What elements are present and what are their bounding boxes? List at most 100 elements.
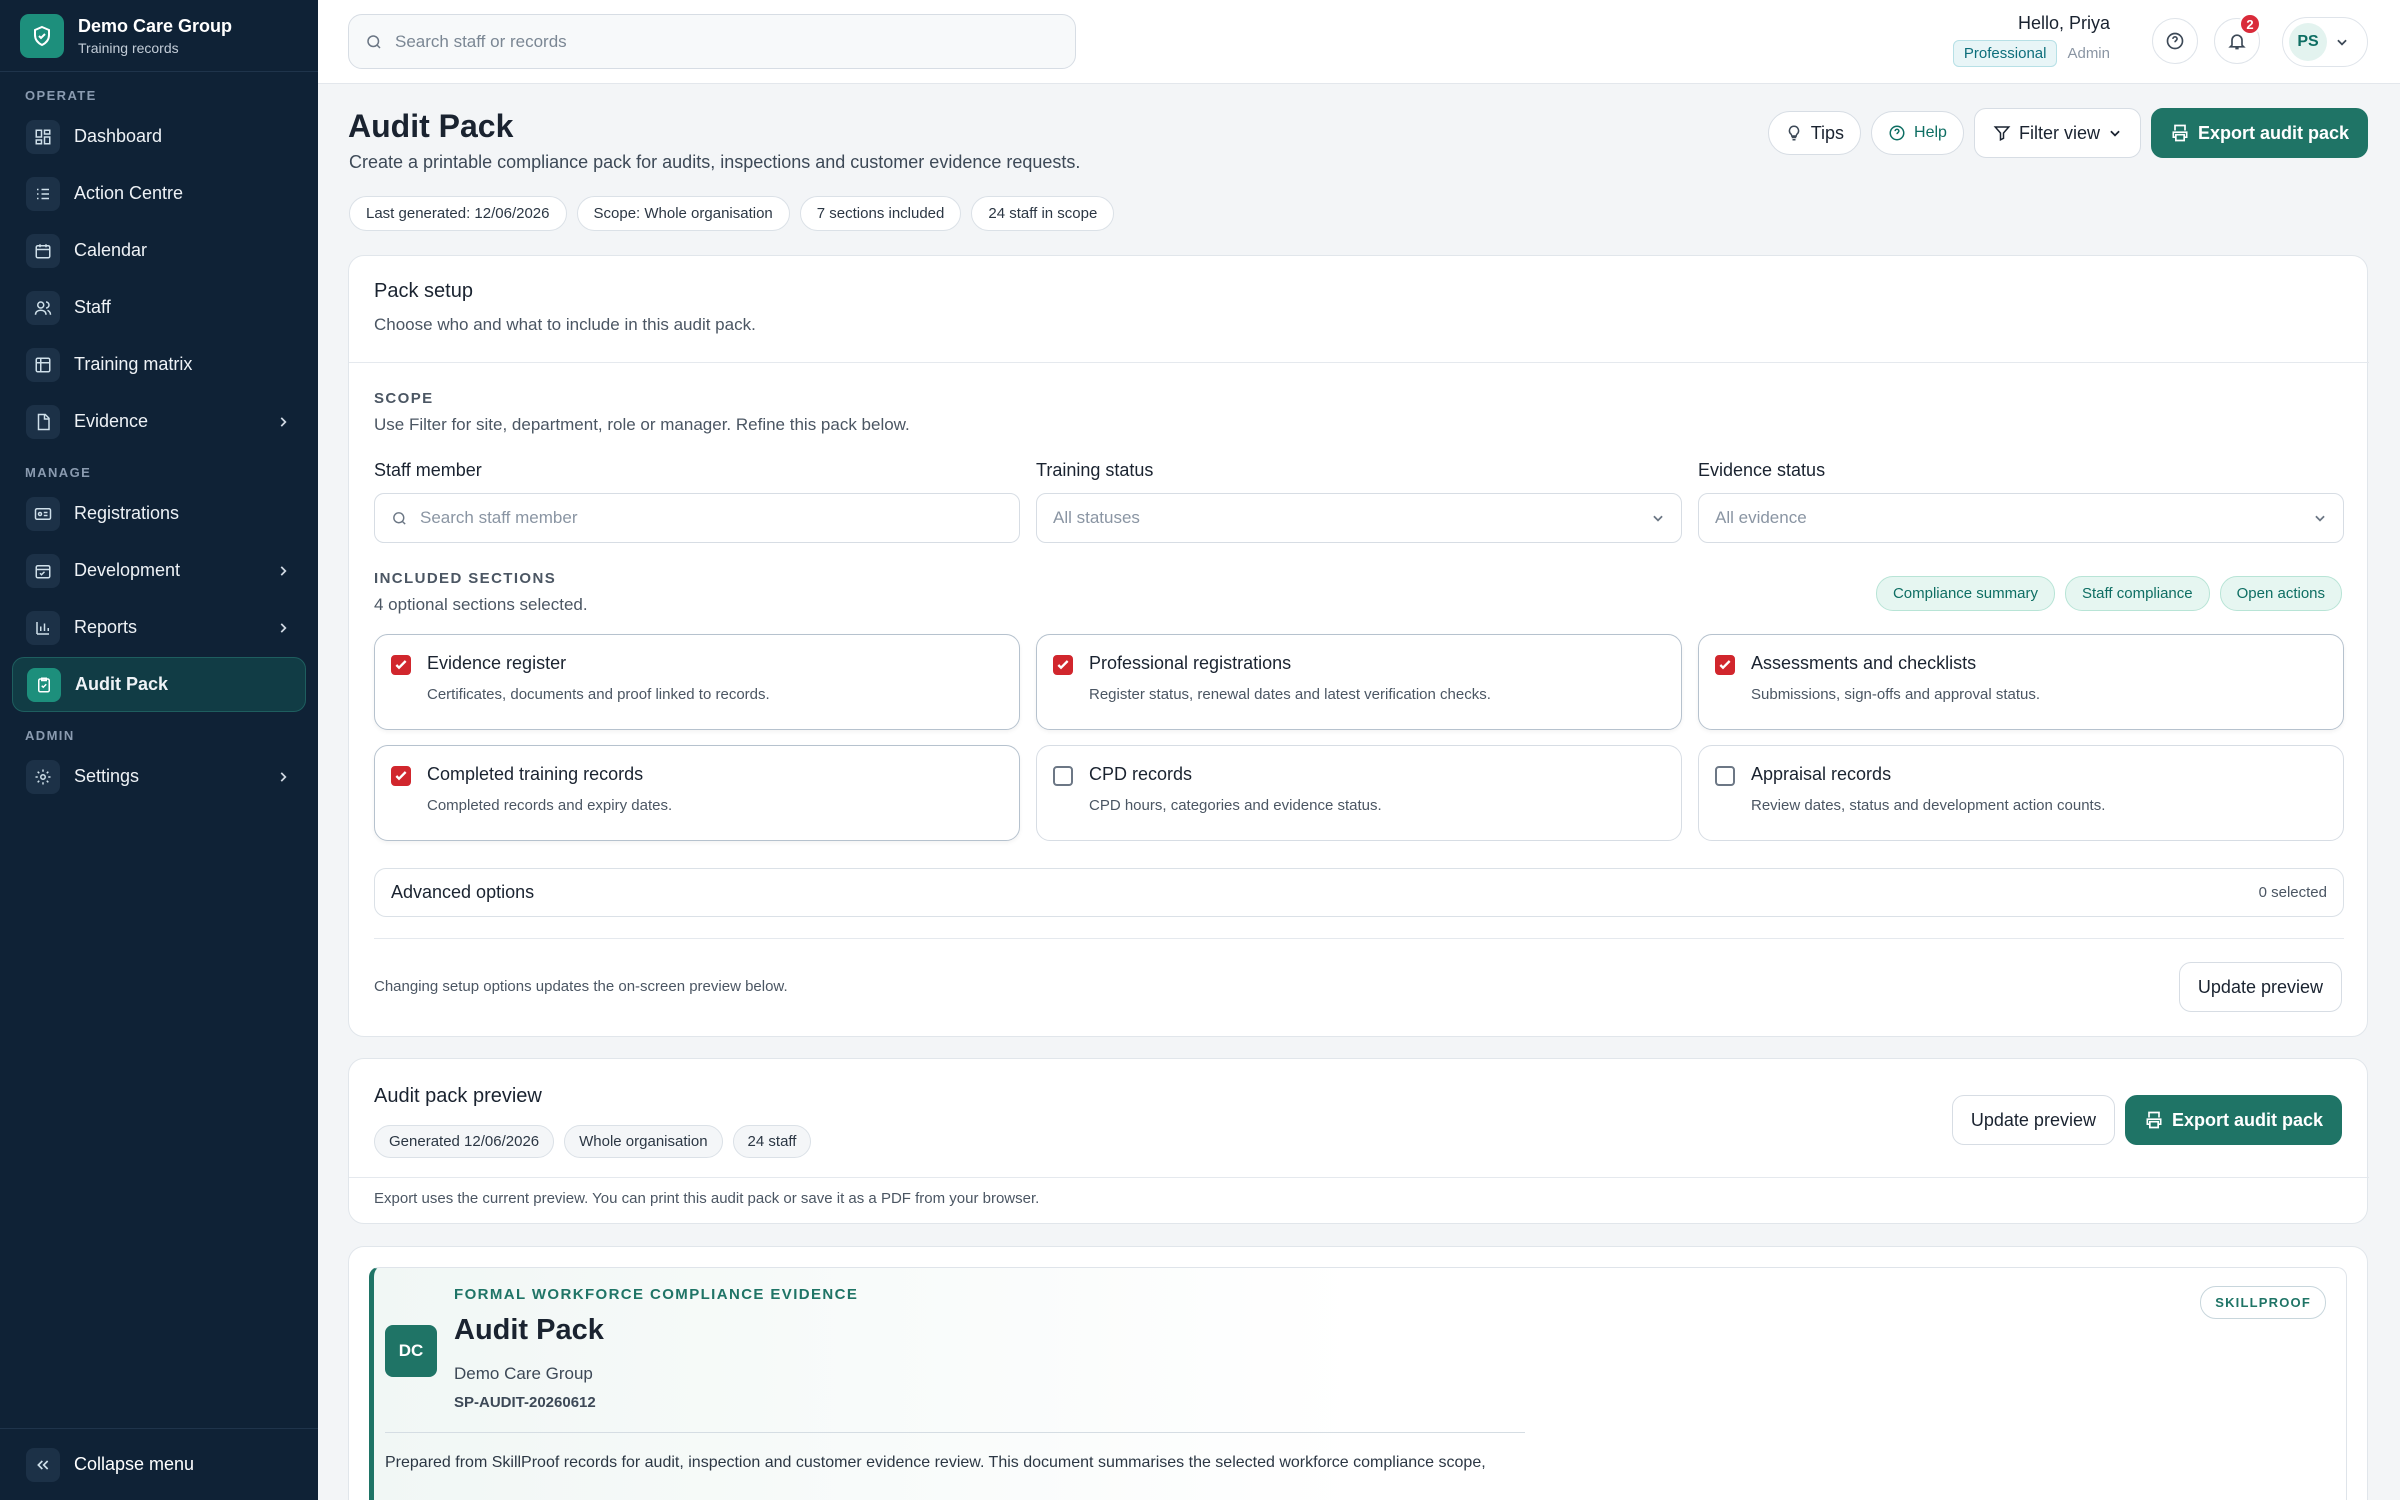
page-actions: Tips Help Filter view Export audit pack: [1767, 108, 2368, 158]
update-preview-button[interactable]: Update preview: [2178, 962, 2342, 1012]
nav-label: Dashboard: [74, 126, 163, 146]
nav-item-settings[interactable]: Settings: [12, 749, 306, 804]
update-preview-label: Update preview: [2197, 976, 2323, 997]
training-status-value: All statuses: [1053, 508, 1140, 527]
staff-member-label: Staff member: [374, 460, 482, 480]
pack-setup-title: Pack setup: [374, 280, 473, 302]
nav-label: Reports: [74, 617, 138, 637]
chevron-down-icon: [2108, 126, 2122, 140]
checkbox[interactable]: [1715, 655, 1735, 675]
nav-section-admin: ADMIN: [25, 728, 75, 743]
user-greeting: Hello, Priya Professional Admin: [1952, 13, 2110, 67]
nav-item-calendar[interactable]: Calendar: [12, 223, 306, 278]
help-link-button[interactable]: Help: [1871, 111, 1964, 155]
chevron-down-icon: [2313, 511, 2327, 525]
brand[interactable]: Demo Care Group Training records: [0, 0, 318, 72]
document-icon: [26, 404, 60, 439]
export-audit-pack-button[interactable]: Export audit pack: [2124, 1095, 2342, 1145]
user-menu-button[interactable]: PS: [2282, 17, 2368, 67]
users-icon: [26, 290, 60, 325]
checkbox[interactable]: [1053, 655, 1073, 675]
included-sections-label: INCLUDED SECTIONS: [374, 570, 557, 587]
role-label: Admin: [2067, 45, 2110, 62]
staff-member-search-input[interactable]: Search staff member: [374, 493, 1020, 543]
scope-hint: Use Filter for site, department, role or…: [374, 415, 910, 434]
checkbox[interactable]: [391, 655, 411, 675]
nav-item-action-centre[interactable]: Action Centre: [12, 166, 306, 221]
avatar: PS: [2289, 23, 2327, 61]
nav-item-dashboard[interactable]: Dashboard: [12, 109, 306, 164]
export-audit-pack-button[interactable]: Export audit pack: [2150, 108, 2368, 158]
section-option-professional-registrations[interactable]: Professional registrations Register stat…: [1036, 634, 1682, 730]
export-label: Export audit pack: [2171, 1109, 2323, 1130]
document-org: Demo Care Group: [454, 1364, 593, 1383]
clipboard-check-icon: [27, 667, 61, 702]
nav-section-manage: MANAGE: [25, 465, 92, 480]
bell-icon: [2227, 31, 2247, 51]
export-label: Export audit pack: [2197, 122, 2349, 143]
nav-item-staff[interactable]: Staff: [12, 280, 306, 335]
checkbox[interactable]: [391, 766, 411, 786]
document-intro: Prepared from SkillProof records for aud…: [385, 1454, 1486, 1471]
global-search-input[interactable]: Search staff or records: [348, 14, 1076, 69]
chevron-right-icon: [276, 770, 290, 784]
nav-label: Action Centre: [74, 183, 184, 203]
nav-label: Calendar: [74, 240, 148, 260]
summary-chip: 24 staff in scope: [971, 196, 1115, 231]
section-option-appraisal-records[interactable]: Appraisal records Review dates, status a…: [1698, 745, 2344, 841]
collapse-menu-button[interactable]: Collapse menu: [0, 1428, 318, 1500]
update-preview-button[interactable]: Update preview: [1951, 1095, 2115, 1145]
tips-button[interactable]: Tips: [1767, 111, 1862, 155]
section-option-desc: Register status, renewal dates and lates…: [1089, 686, 1491, 703]
filter-view-button[interactable]: Filter view: [1973, 108, 2141, 158]
preview-chips: Generated 12/06/2026 Whole organisation …: [374, 1125, 812, 1158]
nav-label: Development: [74, 560, 181, 580]
evidence-status-select[interactable]: All evidence: [1698, 493, 2344, 543]
help-label: Help: [1914, 124, 1947, 141]
nav-item-evidence[interactable]: Evidence: [12, 394, 306, 449]
collapse-menu-label: Collapse menu: [74, 1454, 195, 1474]
help-circle-icon: [1888, 124, 1906, 142]
advanced-options-count: 0 selected: [2258, 884, 2327, 901]
nav-label: Settings: [74, 766, 140, 786]
preview-chip: 24 staff: [732, 1125, 812, 1158]
nav-item-registrations[interactable]: Registrations: [12, 486, 306, 541]
checkbox[interactable]: [1053, 766, 1073, 786]
greeting-text: Hello, Priya: [2017, 13, 2110, 33]
section-option-title: Professional registrations: [1089, 653, 1292, 673]
list-check-icon: [26, 176, 60, 211]
checkbox[interactable]: [1715, 766, 1735, 786]
document-page: DC FORMAL WORKFORCE COMPLIANCE EVIDENCE …: [369, 1267, 2347, 1500]
brand-badge: SKILLPROOF: [2200, 1286, 2326, 1319]
document-preview: DC FORMAL WORKFORCE COMPLIANCE EVIDENCE …: [348, 1246, 2368, 1500]
preview-chip: Generated 12/06/2026: [374, 1125, 555, 1158]
chevron-right-icon: [276, 621, 290, 635]
notifications-button[interactable]: 2: [2214, 13, 2261, 64]
section-option-completed-training-records[interactable]: Completed training records Completed rec…: [374, 745, 1020, 841]
advanced-options-toggle[interactable]: Advanced options 0 selected: [374, 868, 2344, 917]
nav-item-training-matrix[interactable]: Training matrix: [12, 337, 306, 392]
section-option-assessments-and-checklists[interactable]: Assessments and checklists Submissions, …: [1698, 634, 2344, 730]
shield-logo-icon: [20, 13, 64, 58]
section-option-cpd-records[interactable]: CPD records CPD hours, categories and ev…: [1036, 745, 1682, 841]
printer-icon: [2170, 123, 2190, 143]
section-option-evidence-register[interactable]: Evidence register Certificates, document…: [374, 634, 1020, 730]
help-button[interactable]: [2152, 18, 2198, 64]
bar-chart-icon: [26, 610, 60, 645]
training-status-select[interactable]: All statuses: [1036, 493, 1682, 543]
fixed-section-tag: Compliance summary: [1875, 576, 2055, 611]
nav-item-audit-pack[interactable]: Audit Pack: [12, 657, 306, 712]
plan-badge: Professional: [1952, 40, 2058, 67]
nav-item-development[interactable]: Development: [12, 543, 306, 598]
tips-label: Tips: [1810, 122, 1845, 143]
nav-item-reports[interactable]: Reports: [12, 600, 306, 655]
search-placeholder: Search staff or records: [395, 31, 567, 51]
preview-title: Audit pack preview: [374, 1085, 542, 1107]
fixed-section-tag: Staff compliance: [2064, 576, 2210, 611]
section-option-desc: Completed records and expiry dates.: [427, 797, 673, 814]
main-content: Audit Pack Create a printable compliance…: [318, 84, 2400, 1500]
nav-section-operate: OPERATE: [25, 88, 97, 103]
sections-count: 4 optional sections selected.: [374, 595, 588, 614]
id-card-icon: [26, 496, 60, 531]
fixed-section-tag: Open actions: [2219, 576, 2342, 611]
